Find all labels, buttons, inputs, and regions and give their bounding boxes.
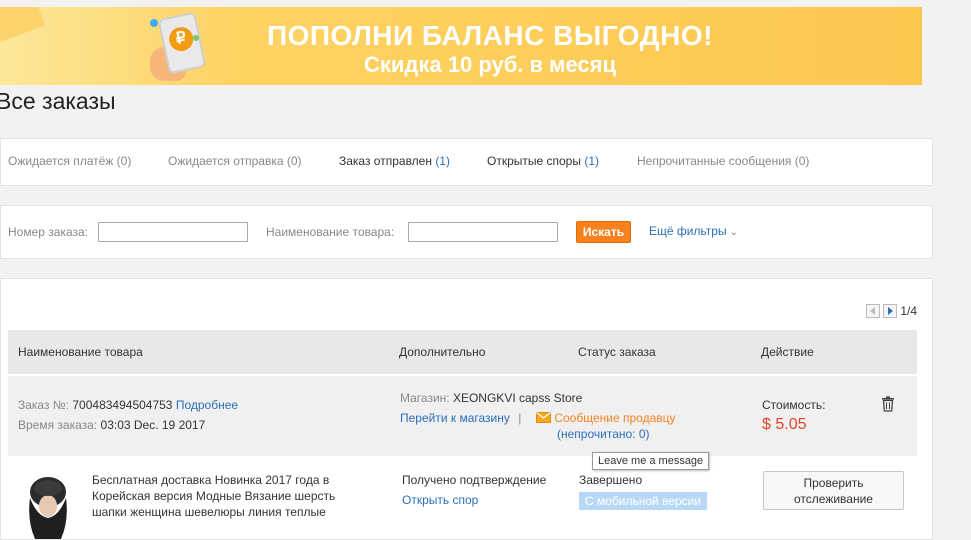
banner-decoration [0, 7, 46, 47]
tab-shipped[interactable]: Заказ отправлен (1) [339, 154, 450, 168]
chevron-down-icon: ⌄ [729, 227, 738, 238]
order-status-value: Завершено [579, 473, 643, 487]
more-filters-link[interactable]: Ещё фильтры ⌄ [649, 224, 738, 238]
more-filters-label: Ещё фильтры [649, 224, 727, 238]
header-product-name: Наименование товара [18, 345, 143, 359]
product-name-label: Наименование товара: [266, 225, 395, 239]
message-seller-label: Сообщение продавцу [554, 411, 676, 425]
separator: | [518, 411, 522, 425]
tab-awaiting-payment[interactable]: Ожидается платёж (0) [8, 154, 131, 168]
product-image[interactable] [25, 476, 71, 539]
prev-page-button[interactable] [866, 304, 881, 318]
open-dispute-link[interactable]: Открыть спор [402, 493, 478, 507]
header-order-status: Статус заказа [578, 345, 656, 359]
tab-open-disputes[interactable]: Открытые споры (1) [487, 154, 599, 168]
order-details-link[interactable]: Подробнее [176, 398, 238, 412]
tab-count: (1) [435, 154, 450, 168]
go-to-store-link[interactable]: Перейти к магазину [400, 411, 510, 425]
banner-subline: Скидка 10 руб. в месяц [364, 52, 616, 77]
table-header: Наименование товара Дополнительно Статус… [8, 330, 917, 374]
tab-awaiting-shipment[interactable]: Ожидается отправка (0) [168, 154, 302, 168]
search-button[interactable]: Искать [576, 221, 631, 243]
tab-count: (0) [116, 154, 132, 168]
order-time-value: 03:03 Dec. 19 2017 [100, 418, 206, 432]
tab-unread-messages[interactable]: Непрочитанные сообщения (0) [637, 154, 809, 168]
tab-count: (1) [584, 154, 599, 168]
chevron-right-icon [888, 307, 894, 315]
order-filters: Номер заказа: Наименование товара: Искат… [0, 205, 933, 259]
order-number-value: 700483494504753 [72, 398, 173, 412]
dot-decoration [193, 35, 199, 41]
order-time-label: Время заказа: [18, 418, 98, 432]
banner-headline: ПОПОЛНИ БАЛАНС ВЫГОДНО! [267, 20, 713, 51]
tab-label: Ожидается отправка [168, 154, 284, 168]
ruble-coin-icon: ₽ [166, 24, 196, 54]
message-tooltip: Leave me a message [592, 452, 710, 470]
order-time: Время заказа: 03:03 Dec. 19 2017 [18, 418, 205, 432]
store-actions: Перейти к магазину | [400, 411, 526, 425]
page-title: Все заказы [0, 88, 116, 114]
order-number-input[interactable] [98, 222, 248, 242]
tab-label: Непрочитанные сообщения [637, 154, 792, 168]
header-additional: Дополнительно [399, 345, 486, 359]
order-number-label: Заказ №: [18, 398, 70, 412]
tab-count: (0) [286, 154, 302, 168]
next-page-button[interactable] [883, 304, 898, 318]
unread-count[interactable]: (непрочитано: 0) [557, 427, 650, 441]
page-indicator: 1/4 [900, 304, 917, 318]
mobile-version-badge: С мобильной версии [579, 492, 708, 510]
order-number-label: Номер заказа: [8, 225, 89, 239]
store-info: Магазин: XEONGKVI capss Store [400, 391, 582, 405]
promo-banner[interactable]: ₽ ПОПОЛНИ БАЛАНС ВЫГОДНО! Скидка 10 руб.… [0, 7, 922, 85]
cost-value: $ 5.05 [762, 416, 807, 433]
message-seller-link[interactable]: Сообщение продавцу [536, 411, 676, 425]
confirmation-status: Получено подтверждение [402, 473, 547, 487]
order-header-row: Заказ №: 700483494504753 Подробнее Время… [8, 376, 917, 456]
check-tracking-label: Проверить отслеживание [794, 476, 873, 506]
store-name: XEONGKVI capss Store [452, 391, 583, 405]
order-number: Заказ №: 700483494504753 Подробнее [18, 398, 238, 412]
product-name-input[interactable] [408, 222, 558, 242]
orders-panel: 1/4 Наименование товара Дополнительно Ст… [0, 278, 933, 540]
tab-count: (0) [794, 154, 810, 168]
pagination: 1/4 [866, 304, 917, 318]
order-status-tabs: Ожидается платёж (0) Ожидается отправка … [0, 138, 933, 186]
product-description[interactable]: Бесплатная доставка Новинка 2017 года в … [92, 472, 362, 520]
check-tracking-button[interactable]: Проверить отслеживание [763, 471, 904, 510]
envelope-icon [536, 412, 551, 423]
trash-icon[interactable] [881, 396, 895, 412]
dot-decoration [150, 19, 158, 27]
tab-label: Открытые споры [487, 154, 581, 168]
tab-label: Заказ отправлен [339, 154, 432, 168]
store-label: Магазин: [400, 391, 450, 405]
header-action: Действие [761, 345, 814, 359]
chevron-left-icon [870, 307, 876, 315]
tab-label: Ожидается платёж [8, 154, 114, 168]
cost-label: Стоимость: [762, 398, 826, 412]
